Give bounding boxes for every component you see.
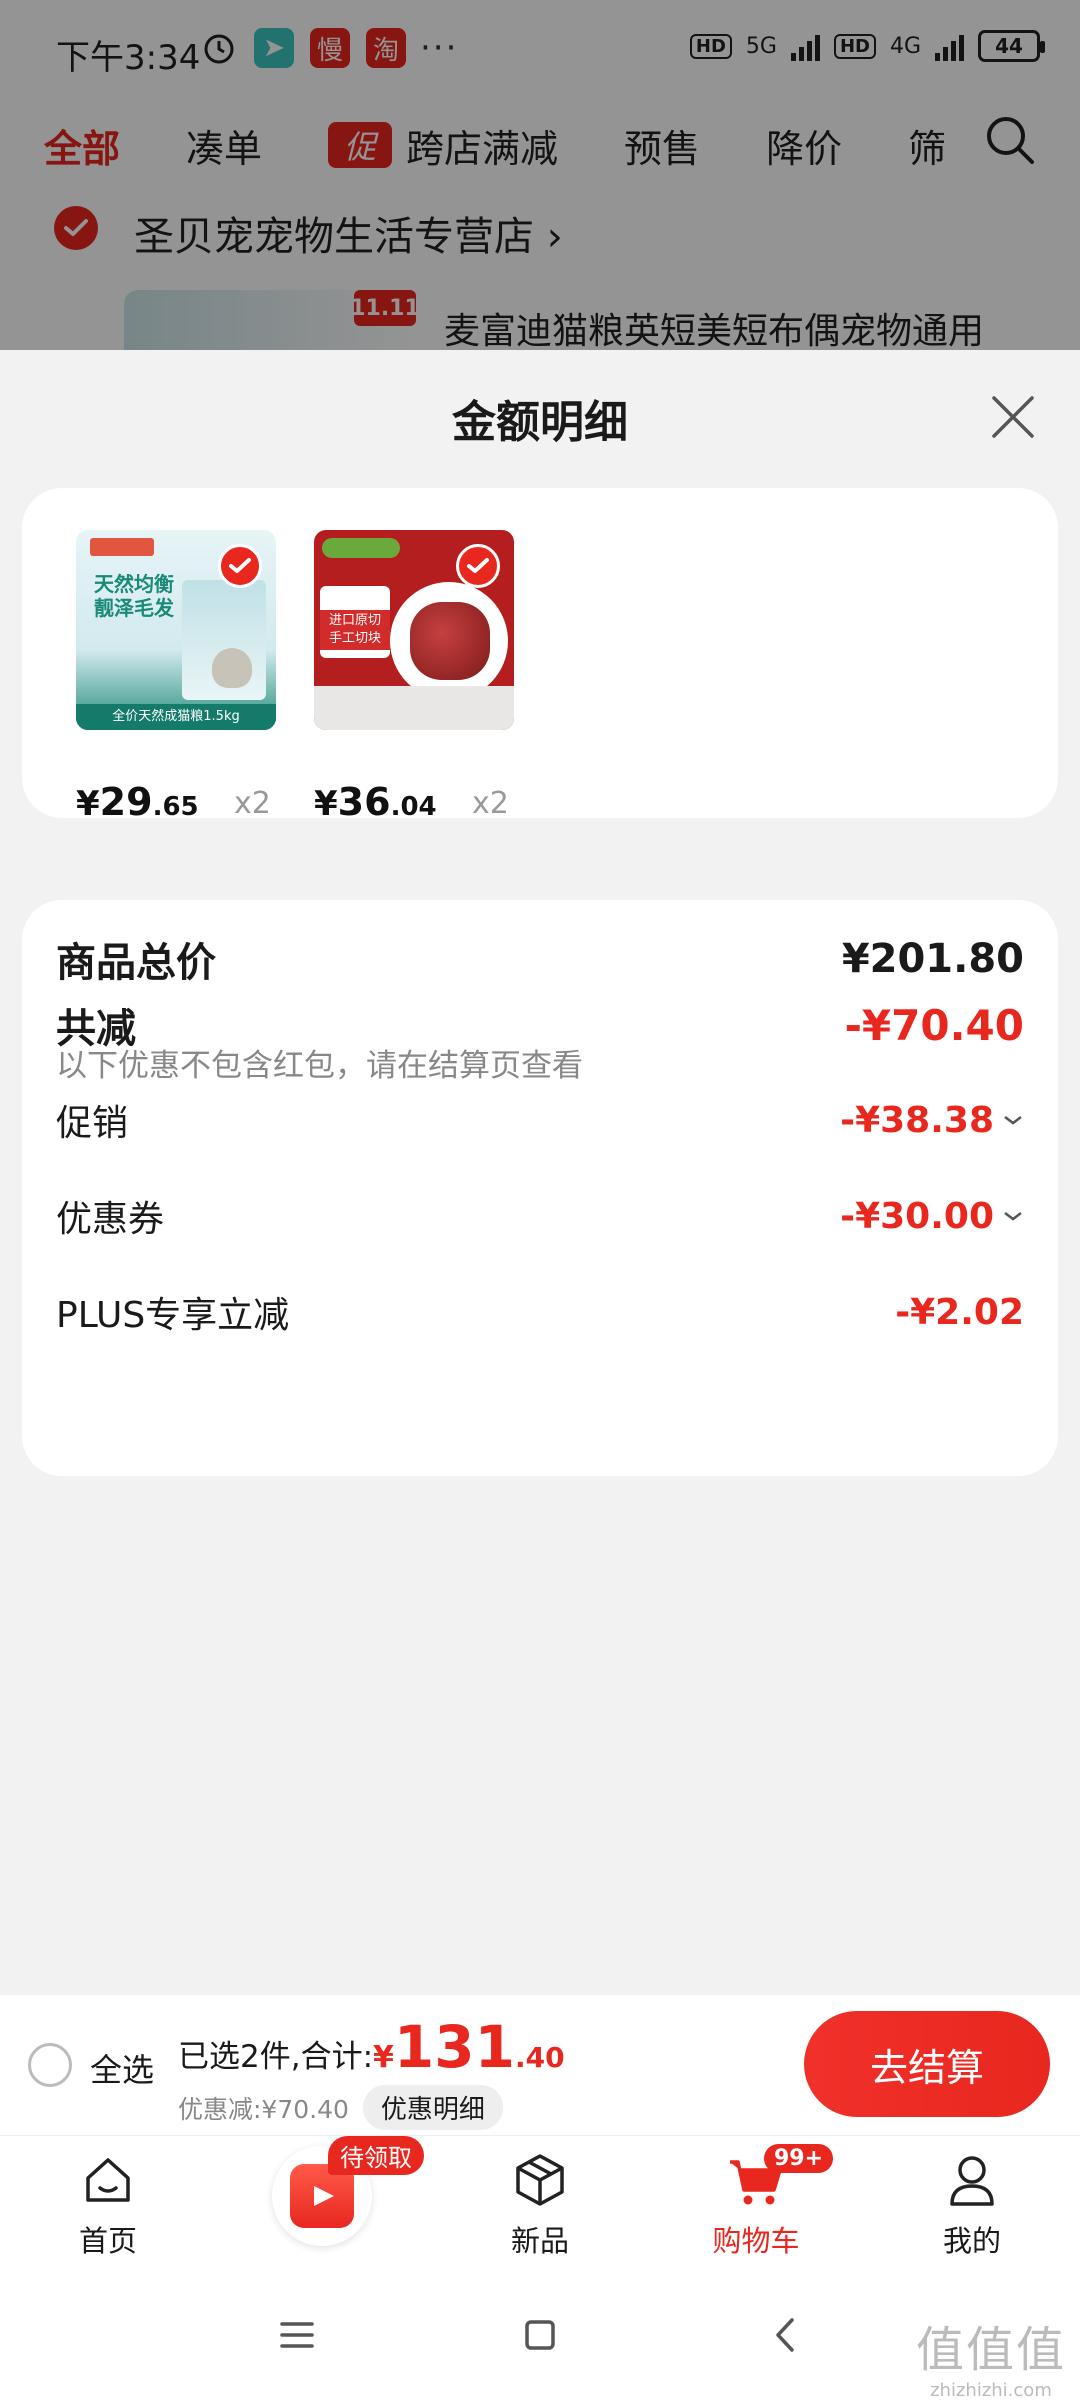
cart-item[interactable]: 天然均衡 靓泽毛发 全价天然成猫粮1.5kg ¥29.65 x2 <box>76 530 276 824</box>
promotion-value: -¥38.38 <box>840 1099 994 1141</box>
tab-new-label: 新品 <box>510 2224 569 2258</box>
back-icon[interactable] <box>762 2310 812 2360</box>
item-price: ¥36.04 <box>314 780 437 824</box>
promotion-label: 促销 <box>56 1103 129 1144</box>
box-icon <box>516 2154 564 2206</box>
product-image-text-2: 手工切块 <box>328 631 381 646</box>
watermark: 值值值 zhizhizhi.com <box>916 2310 1066 2400</box>
chevron-down-icon <box>1004 1212 1022 1221</box>
total-price-value: ¥201.80 <box>841 936 1024 982</box>
tab-me[interactable]: 我的 <box>902 2148 1042 2260</box>
price-currency: ¥ <box>76 784 100 824</box>
product-image-text-1: 天然均衡 <box>94 572 174 596</box>
bottom-tab-bar: 首页 待领取 新品 99+ 购物车 我的 <box>0 2135 1080 2270</box>
price-decimal: .65 <box>152 792 199 822</box>
check-icon <box>456 544 500 588</box>
tab-home[interactable]: 首页 <box>38 2148 178 2260</box>
total-price-row: 商品总价 ¥201.80 <box>56 930 1024 988</box>
tab-me-label: 我的 <box>942 2224 1001 2258</box>
discount-amount: 优惠减:¥70.40 <box>178 2094 349 2124</box>
total-currency: ¥ <box>373 2040 394 2075</box>
tab-cart[interactable]: 99+ 购物车 <box>686 2144 834 2260</box>
item-quantity: x2 <box>472 786 509 821</box>
tab-center-promo[interactable]: 待领取 <box>272 2136 424 2250</box>
tab-cart-label: 购物车 <box>712 2224 800 2258</box>
plus-label: PLUS专享立减 <box>56 1295 290 1336</box>
discount-detail-button[interactable]: 优惠明细 <box>362 2085 503 2130</box>
brand-logo <box>90 538 154 556</box>
items-card: 天然均衡 靓泽毛发 全价天然成猫粮1.5kg ¥29.65 x2 进口原切 手工… <box>22 488 1058 824</box>
menu-icon[interactable] <box>272 2310 322 2360</box>
user-icon <box>950 2156 994 2206</box>
discount-note: 以下优惠不包含红包，请在结算页查看 <box>56 1048 583 1084</box>
select-all-radio[interactable] <box>28 2043 72 2087</box>
promotion-value-wrap: -¥38.38 <box>840 1100 1024 1141</box>
cart-item[interactable]: 进口原切 手工切块 ¥36.04 x2 <box>314 530 514 824</box>
center-promo-badge: 待领取 <box>328 2136 424 2175</box>
selected-summary: 已选2件,合计: ¥ 131 .40 <box>178 2013 565 2081</box>
home-square-icon[interactable] <box>515 2310 565 2360</box>
selected-count-text: 已选2件,合计: <box>178 2039 374 2075</box>
total-price-label: 商品总价 <box>56 940 216 986</box>
product-image-text-1: 进口原切 <box>328 613 381 628</box>
discount-line: 优惠减:¥70.40 优惠明细 <box>178 2085 503 2130</box>
total-decimal: .40 <box>514 2041 565 2074</box>
item-quantity: x2 <box>234 786 271 821</box>
coupon-row[interactable]: 优惠券 -¥30.00 <box>56 1190 1024 1242</box>
cat-graphic <box>212 648 252 688</box>
select-all-label[interactable]: 全选 <box>90 2045 154 2091</box>
checkout-bar: 全选 已选2件,合计: ¥ 131 .40 优惠减:¥70.40 优惠明细 去结… <box>0 1995 1080 2135</box>
total-reduce-value: -¥70.40 <box>844 1000 1024 1050</box>
home-icon <box>86 2158 130 2202</box>
price-decimal: .04 <box>390 792 437 822</box>
watermark-url: zhizhizhi.com <box>930 2380 1052 2400</box>
background-page: 下午3:34 ➤ 慢 淘 ··· HD 5G HD 4G 44 全部 凑单 促 … <box>0 0 1080 350</box>
plus-value: -¥2.02 <box>895 1291 1024 1333</box>
tab-home-label: 首页 <box>78 2224 137 2258</box>
dim-overlay[interactable] <box>0 0 1080 350</box>
watermark-logo: 值值值 <box>915 2322 1066 2378</box>
product-tag-red: 进口原切 手工切块 <box>320 610 390 650</box>
product-image-text-2: 靓泽毛发 <box>94 596 174 620</box>
brand-logo <box>322 538 400 558</box>
chevron-down-icon <box>1004 1116 1022 1125</box>
amount-detail-sheet: 金额明细 天然均衡 靓泽毛发 全价天然成猫粮1.5kg ¥29.65 x2 进口… <box>0 350 1080 1995</box>
price-summary-card: 商品总价 ¥201.80 共减 -¥70.40 以下优惠不包含红包，请在结算页查… <box>22 900 1058 1476</box>
coupon-value: -¥30.00 <box>840 1195 994 1237</box>
item-price: ¥29.65 <box>76 780 199 824</box>
product-image-headline: 天然均衡 靓泽毛发 <box>94 572 174 620</box>
coupon-label: 优惠券 <box>56 1199 165 1240</box>
price-integer: 29 <box>99 780 153 824</box>
close-icon[interactable] <box>988 392 1038 442</box>
cart-count-badge: 99+ <box>764 2144 834 2173</box>
product-image-strip: 全价天然成猫粮1.5kg <box>76 704 276 730</box>
sheet-title: 金额明细 <box>452 397 628 448</box>
total-integer: 131 <box>393 2013 515 2081</box>
cloth-graphic <box>314 686 514 730</box>
product-image-cat-food[interactable]: 天然均衡 靓泽毛发 全价天然成猫粮1.5kg <box>76 530 276 730</box>
meat-graphic <box>410 602 490 680</box>
plus-row: PLUS专享立减 -¥2.02 <box>56 1286 1024 1338</box>
tab-new[interactable]: 新品 <box>470 2148 610 2260</box>
check-icon <box>218 544 262 588</box>
product-image-beef[interactable]: 进口原切 手工切块 <box>314 530 514 730</box>
checkout-button[interactable]: 去结算 <box>804 2011 1050 2117</box>
promotion-row[interactable]: 促销 -¥38.38 <box>56 1094 1024 1146</box>
price-integer: 36 <box>337 780 391 824</box>
coupon-value-wrap: -¥30.00 <box>840 1196 1024 1237</box>
price-currency: ¥ <box>314 784 338 824</box>
